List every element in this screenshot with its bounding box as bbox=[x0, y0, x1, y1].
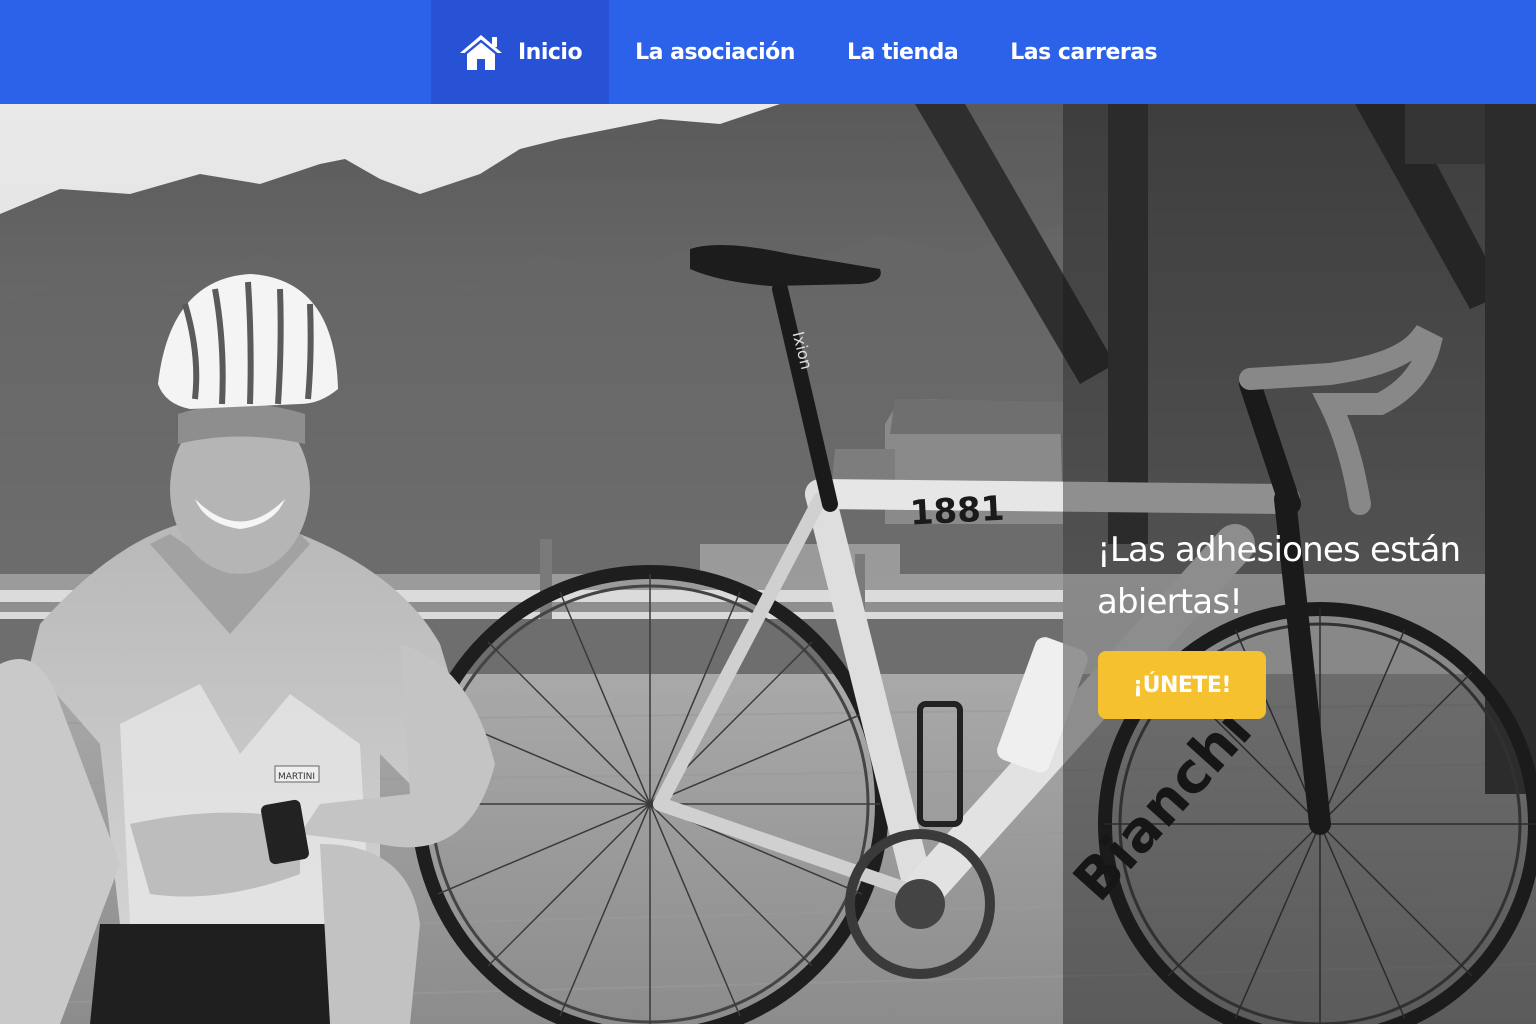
main-navbar: Inicio La asociación La tienda Las carre… bbox=[0, 0, 1536, 104]
page: Inicio La asociación La tienda Las carre… bbox=[0, 0, 1536, 1024]
home-icon bbox=[460, 35, 502, 70]
nav-menu: Inicio La asociación La tienda Las carre… bbox=[431, 0, 1183, 104]
nav-item-label: Inicio bbox=[518, 39, 583, 65]
promo-title: ¡Las adhesiones están abiertas! bbox=[1097, 530, 1461, 622]
nav-item-label: La asociación bbox=[635, 39, 795, 65]
nav-item-la-tienda[interactable]: La tienda bbox=[821, 0, 984, 104]
nav-item-inicio[interactable]: Inicio bbox=[431, 0, 610, 104]
nav-item-la-asociacion[interactable]: La asociación bbox=[609, 0, 821, 104]
join-button[interactable]: ¡ÚNETE! bbox=[1098, 651, 1266, 719]
nav-item-label: La tienda bbox=[846, 39, 959, 65]
hero-section: 1881 Bianchi Ixion MARTINI ¡Las adhesion… bbox=[0, 104, 1536, 1024]
nav-item-label: Las carreras bbox=[1010, 39, 1158, 65]
jersey-patch: MARTINI bbox=[278, 772, 315, 782]
nav-item-las-carreras[interactable]: Las carreras bbox=[984, 0, 1183, 104]
frame-text: 1881 bbox=[909, 489, 1006, 534]
